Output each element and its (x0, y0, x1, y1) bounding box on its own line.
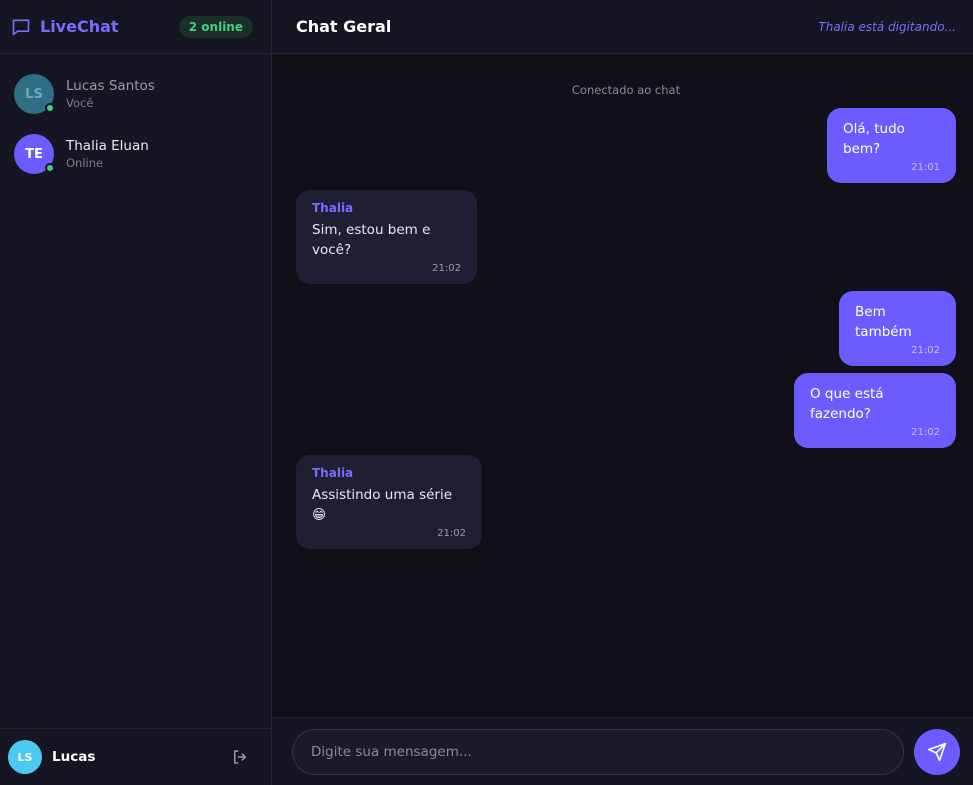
message-time: 21:02 (432, 263, 461, 274)
message-text: Bem também (855, 304, 912, 340)
current-user-name: Lucas (52, 749, 96, 765)
avatar-initials: TE (25, 146, 43, 162)
message-text: O que está fazendo? (810, 386, 884, 422)
message-text: Olá, tudo bem? (843, 121, 905, 157)
logout-icon[interactable] (231, 748, 249, 766)
sidebar: LiveChat 2 online LS Lucas Santos Você T… (0, 0, 272, 785)
message-list: Conectado ao chat Olá, tudo bem? 21:01 T… (272, 54, 973, 717)
avatar: TE (14, 134, 55, 174)
message-sender: Thalia (312, 201, 354, 215)
message-time: 21:01 (911, 162, 940, 173)
user-subtitle: Online (66, 156, 104, 170)
send-icon (927, 742, 947, 761)
message-time: 21:02 (911, 345, 940, 356)
message-outgoing: O que está fazendo? 21:02 (794, 373, 956, 448)
message-time: 21:02 (437, 528, 466, 539)
user-info: Thalia Eluan Online (66, 138, 149, 170)
online-count-badge: 2 online (178, 15, 253, 38)
app: LiveChat 2 online LS Lucas Santos Você T… (0, 0, 973, 785)
online-status-dot (45, 103, 55, 113)
sidebar-header: LiveChat 2 online (0, 0, 271, 54)
message-sender: Thalia (312, 466, 354, 480)
message-outgoing: Olá, tudo bem? 21:01 (827, 108, 956, 183)
user-subtitle: Você (66, 96, 94, 110)
message-text: Assistindo uma série 😁 (312, 487, 453, 523)
message-incoming: Thalia Sim, estou bem e você? 21:02 (296, 190, 477, 284)
current-user: LS Lucas (8, 740, 95, 774)
user-name: Lucas Santos (66, 78, 155, 94)
user-info: Lucas Santos Você (66, 78, 155, 110)
avatar-initials: LS (25, 86, 43, 102)
message-outgoing: Bem também 21:02 (839, 291, 956, 366)
brand: LiveChat (11, 17, 119, 37)
message-incoming: Thalia Assistindo uma série 😁 21:02 (296, 455, 482, 549)
chat-header: Chat Geral Thalia está digitando... (272, 0, 973, 54)
user-item-lucas-santos[interactable]: LS Lucas Santos Você (0, 64, 271, 124)
brand-name: LiveChat (40, 17, 119, 36)
message-composer (272, 717, 973, 785)
online-status-dot (45, 163, 55, 173)
typing-indicator: Thalia está digitando... (818, 19, 956, 34)
message-text: Sim, estou bem e você? (312, 222, 431, 258)
user-name: Thalia Eluan (66, 138, 149, 154)
chat-panel: Chat Geral Thalia está digitando... Cone… (272, 0, 973, 785)
avatar: LS (14, 74, 55, 114)
chat-bubble-icon (12, 19, 30, 35)
message-time: 21:02 (911, 427, 940, 438)
chat-title: Chat Geral (296, 17, 392, 36)
user-item-thalia-eluan[interactable]: TE Thalia Eluan Online (0, 124, 271, 184)
message-input[interactable] (292, 728, 904, 775)
send-button[interactable] (914, 728, 960, 775)
user-list: LS Lucas Santos Você TE Thalia Eluan Onl… (0, 54, 271, 728)
current-user-avatar: LS (8, 740, 42, 774)
sidebar-footer: LS Lucas (0, 728, 271, 785)
system-message: Conectado ao chat (571, 83, 681, 97)
